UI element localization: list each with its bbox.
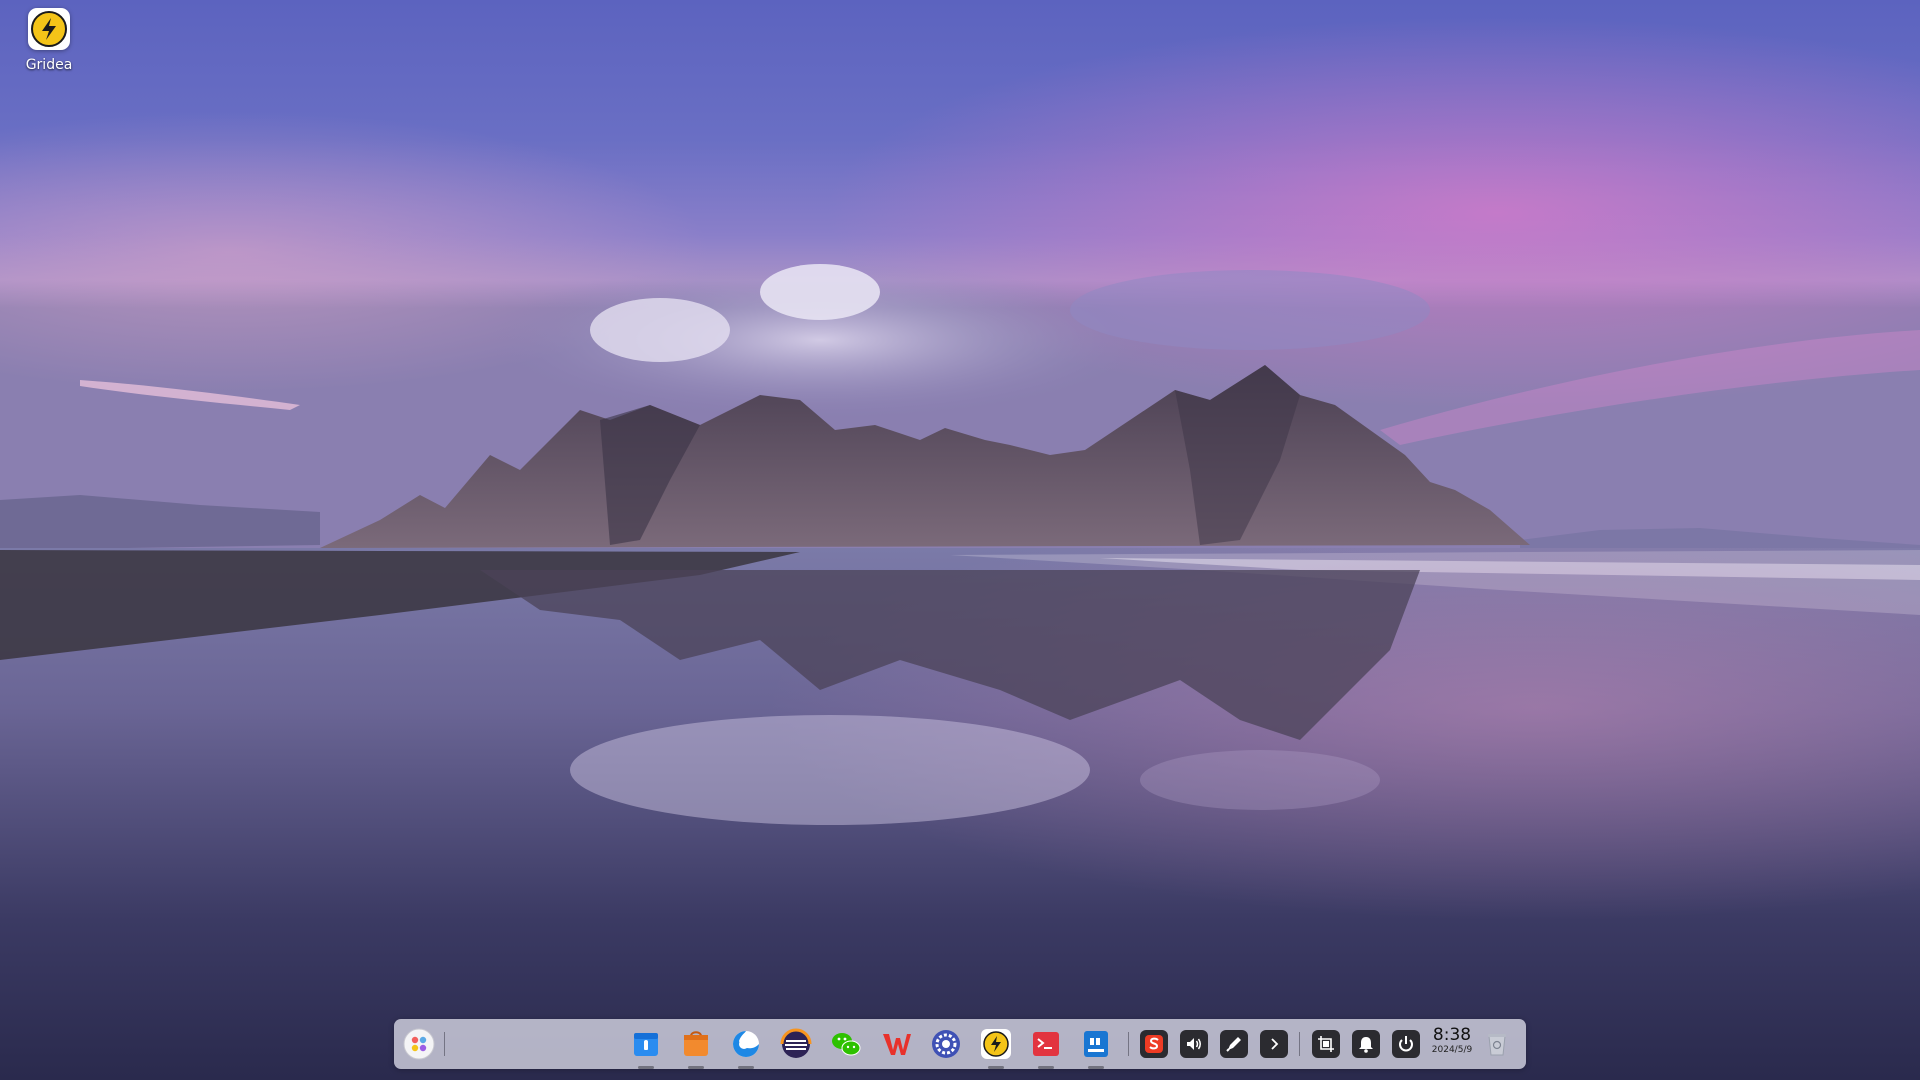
launcher-icon[interactable] (402, 1027, 436, 1061)
dock-separator (1299, 1032, 1300, 1056)
browser-icon[interactable] (729, 1027, 763, 1069)
volume-icon[interactable] (1180, 1030, 1208, 1058)
desktop-wallpaper (0, 0, 1920, 1080)
notes-icon[interactable] (1079, 1027, 1113, 1069)
gridea-icon[interactable] (979, 1027, 1013, 1069)
clock-date: 2024/5/9 (1431, 1045, 1473, 1055)
dock-taskbar: 8:38 2024/5/9 (394, 1019, 1526, 1069)
trash-icon[interactable] (1480, 1027, 1514, 1061)
dock-separator (1128, 1032, 1129, 1056)
chevron-right-icon[interactable] (1260, 1030, 1288, 1058)
eclipse-icon[interactable] (779, 1027, 813, 1061)
pen-icon[interactable] (1220, 1030, 1248, 1058)
clock-time: 8:38 (1432, 1025, 1472, 1045)
bell-icon[interactable] (1352, 1030, 1380, 1058)
desktop-icon-label: Gridea (25, 57, 73, 73)
screenshot-icon[interactable] (1312, 1030, 1340, 1058)
gridea-icon (28, 8, 70, 50)
power-icon[interactable] (1392, 1030, 1420, 1058)
clock[interactable]: 8:38 2024/5/9 (1428, 1025, 1476, 1056)
sogou-input-icon[interactable] (1140, 1030, 1168, 1058)
dock-separator (444, 1032, 445, 1056)
desktop-icon-gridea[interactable]: Gridea (18, 8, 80, 73)
wps-icon[interactable] (879, 1027, 913, 1061)
app-store-icon[interactable] (679, 1027, 713, 1069)
wechat-icon[interactable] (829, 1027, 863, 1061)
file-manager-icon[interactable] (629, 1027, 663, 1069)
settings-icon[interactable] (929, 1027, 963, 1061)
terminal-icon[interactable] (1029, 1027, 1063, 1069)
